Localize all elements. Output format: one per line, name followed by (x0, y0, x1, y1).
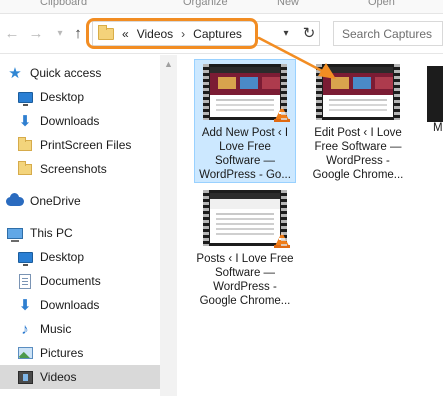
desktop-icon (17, 251, 33, 266)
breadcrumb-separator[interactable]: › (181, 27, 185, 41)
sidebar-item-downloads[interactable]: ⬇ Downloads (0, 109, 160, 133)
music-icon: ♪ (21, 320, 29, 338)
file-item-add-new-post[interactable]: Add New Post ‹ I Love Free Software — Wo… (194, 59, 296, 183)
videos-icon (17, 370, 33, 384)
chevron-down-icon: ▾ (57, 27, 63, 39)
documents-icon (19, 273, 31, 289)
star-icon: ★ (8, 65, 22, 82)
file-name: Add New Post ‹ I Love Free Software — Wo… (199, 127, 291, 181)
navigation-pane: ★ Quick access Desktop ⬇ Downloads Print… (0, 55, 160, 396)
sidebar-item-label: Documents (40, 274, 101, 288)
sidebar-item-quick-access[interactable]: ★ Quick access (0, 61, 160, 85)
refresh-icon: ↻ (302, 25, 316, 42)
desktop-icon (17, 91, 33, 106)
sidebar-item-printscreen-files[interactable]: PrintScreen Files (0, 133, 160, 157)
download-icon: ⬇ (18, 297, 32, 314)
video-thumbnail (316, 64, 400, 120)
search-input[interactable]: Search Captures (333, 21, 443, 46)
sidebar-item-label: Screenshots (40, 162, 107, 176)
sidebar-item-label: Music (40, 322, 72, 336)
ribbon-group-open: Open (368, 0, 395, 8)
download-icon: ⬇ (18, 113, 32, 130)
computer-icon (7, 227, 23, 242)
sidebar-scrollbar[interactable]: ▲ (160, 55, 177, 396)
sidebar-item-music[interactable]: ♪ Music (0, 317, 160, 341)
sidebar-item-desktop[interactable]: Desktop (0, 85, 160, 109)
file-list-pane: Add New Post ‹ I Love Free Software — Wo… (177, 55, 443, 396)
folder-icon (18, 160, 32, 175)
sidebar-item-label: OneDrive (30, 194, 81, 208)
sidebar-item-this-pc[interactable]: This PC (0, 221, 160, 245)
sidebar-item-desktop-pc[interactable]: Desktop (0, 245, 160, 269)
refresh-button[interactable]: ↻ (299, 21, 319, 45)
ribbon-group-new: New (277, 0, 300, 8)
recent-locations-button[interactable]: ▾ (50, 21, 70, 45)
partial-file-name: M (433, 122, 443, 134)
cloud-icon (6, 192, 24, 206)
sidebar-item-label: Pictures (40, 346, 84, 360)
sidebar-item-onedrive[interactable]: OneDrive (0, 189, 160, 213)
scroll-up-icon[interactable]: ▲ (164, 59, 173, 69)
forward-arrow-icon: → (28, 24, 44, 42)
address-dropdown-button[interactable]: ▾ (276, 21, 296, 45)
video-thumbnail (203, 190, 290, 248)
sidebar-item-documents[interactable]: Documents (0, 269, 160, 293)
sidebar-item-pictures[interactable]: Pictures (0, 341, 160, 365)
file-name: Edit Post ‹ I Love Free Software — WordP… (312, 127, 404, 181)
file-name: Posts ‹ I Love Free Software — WordPress… (196, 253, 294, 307)
sidebar-item-label: Videos (40, 370, 77, 384)
sidebar-item-label: Desktop (40, 250, 85, 264)
ribbon-group-organize: Organize (183, 0, 228, 8)
vlc-icon (274, 106, 290, 122)
sidebar-item-label: Downloads (40, 114, 100, 128)
sidebar-item-downloads-pc[interactable]: ⬇ Downloads (0, 293, 160, 317)
folder-icon (98, 24, 114, 40)
breadcrumb-captures[interactable]: Captures (193, 27, 242, 41)
sidebar-item-screenshots[interactable]: Screenshots (0, 157, 160, 181)
file-item-posts[interactable]: Posts ‹ I Love Free Software — WordPress… (194, 185, 296, 309)
sidebar-item-label: PrintScreen Files (40, 138, 132, 152)
sidebar-item-label: Quick access (30, 66, 102, 80)
breadcrumb-videos[interactable]: Videos (137, 27, 173, 41)
vlc-icon (274, 232, 290, 248)
back-button[interactable]: ← (2, 21, 22, 45)
back-arrow-icon: ← (4, 24, 20, 42)
sidebar-item-label: This PC (30, 226, 73, 240)
sidebar-item-label: Downloads (40, 298, 100, 312)
up-arrow-icon: ↑ (74, 24, 82, 42)
ribbon-bar: Clipboard Organize New Open (0, 0, 443, 14)
up-button[interactable]: ↑ (68, 21, 88, 45)
pictures-icon (17, 347, 33, 359)
chevron-down-icon: ▾ (283, 27, 289, 39)
breadcrumb-overflow[interactable]: « (122, 27, 129, 41)
sidebar-item-label: Desktop (40, 90, 85, 104)
video-thumbnail (203, 64, 290, 122)
navigation-bar: ← → ▾ ↑ « Videos › Captures ▾ ↻ Search C… (0, 14, 443, 54)
sidebar-item-videos[interactable]: Videos (0, 365, 160, 389)
partial-file-thumbnail[interactable] (427, 66, 443, 122)
folder-icon (18, 136, 32, 151)
ribbon-group-clipboard: Clipboard (40, 0, 88, 8)
file-item-edit-post[interactable]: Edit Post ‹ I Love Free Software — WordP… (307, 59, 409, 183)
forward-button[interactable]: → (26, 21, 46, 45)
